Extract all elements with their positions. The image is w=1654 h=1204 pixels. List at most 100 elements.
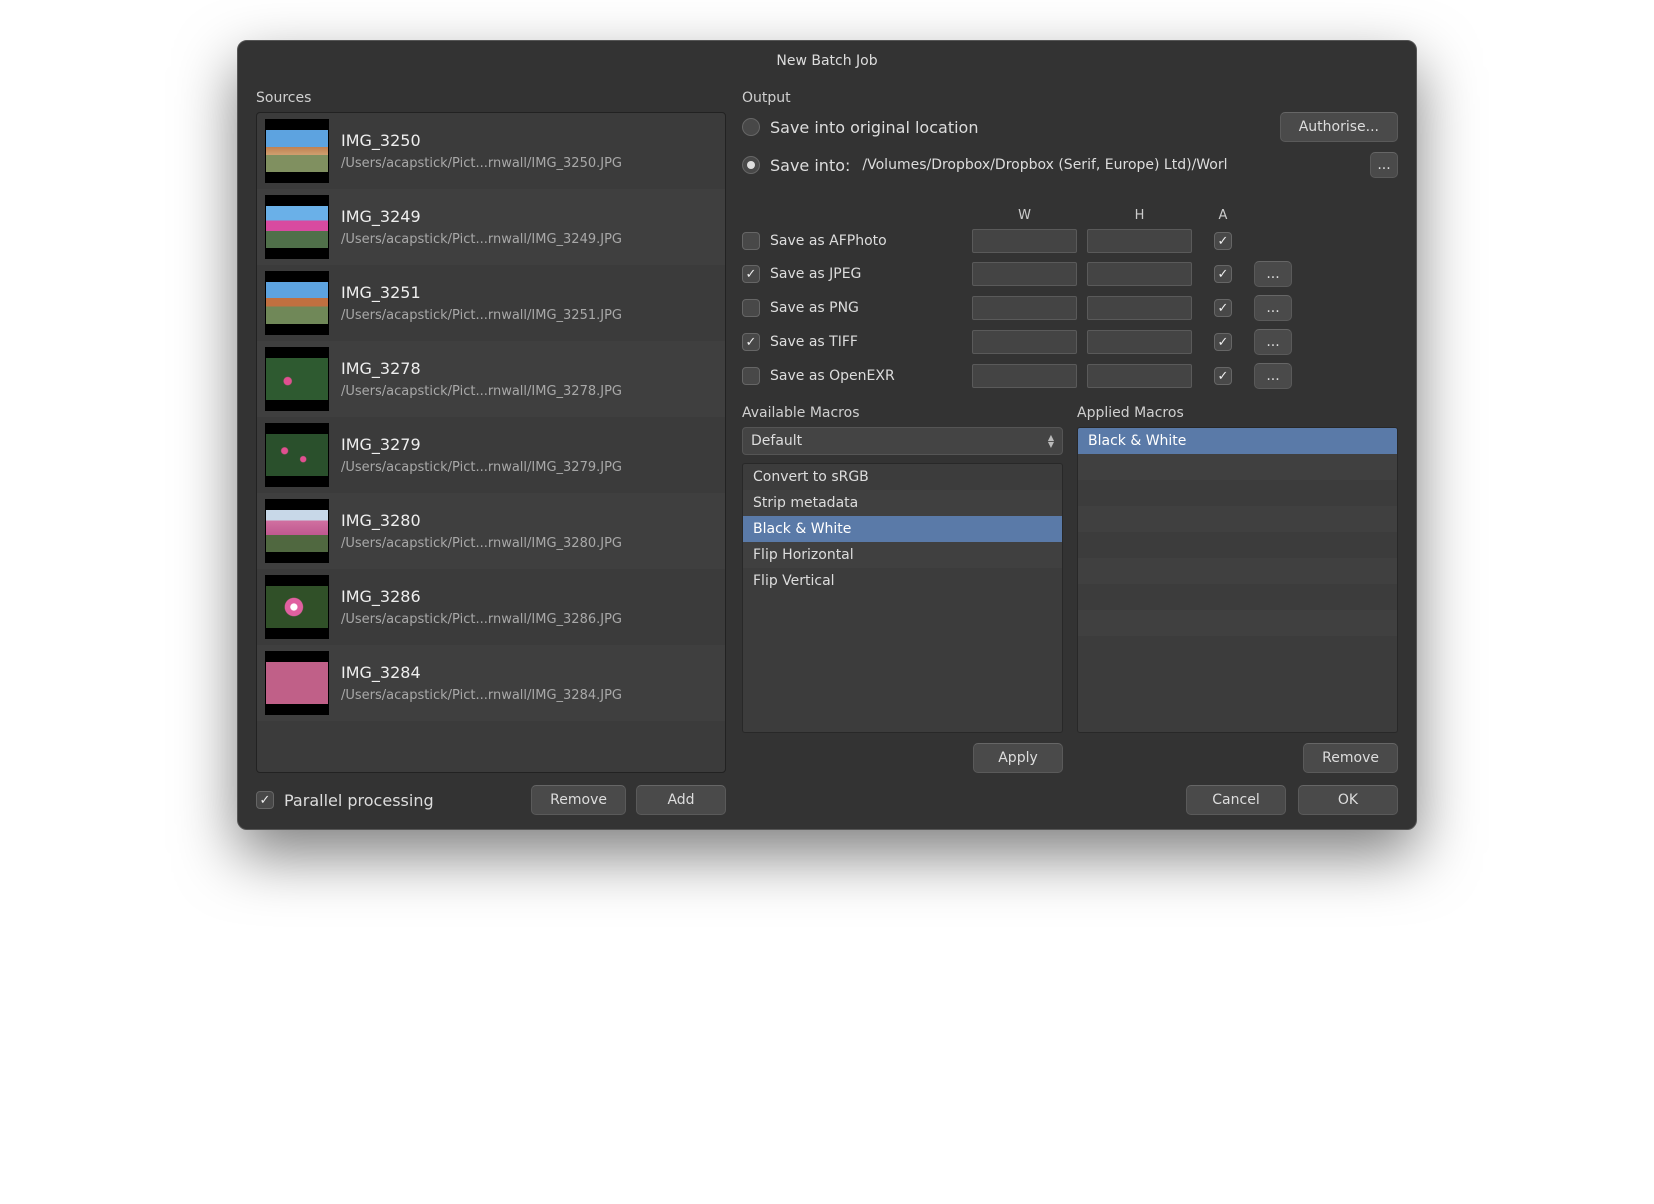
col-a-label: A	[1202, 208, 1244, 223]
format-row: Save as JPEG ...	[742, 261, 1398, 287]
source-name: IMG_3279	[341, 435, 622, 454]
source-path: /Users/acapstick/Pict...rnwall/IMG_3278.…	[341, 384, 622, 399]
output-label: Output	[742, 90, 1398, 106]
parallel-checkbox[interactable]	[256, 791, 274, 809]
source-row[interactable]: IMG_3251 /Users/acapstick/Pict...rnwall/…	[257, 265, 725, 341]
thumbnail	[265, 651, 329, 715]
save-original-label: Save into original location	[770, 118, 978, 137]
height-input[interactable]	[1087, 229, 1192, 253]
format-options-button[interactable]: ...	[1254, 295, 1292, 321]
save-into-radio[interactable]	[742, 156, 760, 174]
source-row[interactable]: IMG_3284 /Users/acapstick/Pict...rnwall/…	[257, 645, 725, 721]
source-row[interactable]: IMG_3278 /Users/acapstick/Pict...rnwall/…	[257, 341, 725, 417]
batch-job-dialog: New Batch Job Sources IMG_3250 /Users/ac…	[237, 40, 1417, 830]
aspect-checkbox[interactable]	[1214, 367, 1232, 385]
window-title: New Batch Job	[238, 41, 1416, 80]
col-h-label: H	[1087, 208, 1192, 223]
macro-item[interactable]: Flip Horizontal	[743, 542, 1062, 568]
save-original-radio[interactable]	[742, 118, 760, 136]
thumbnail	[265, 575, 329, 639]
height-input[interactable]	[1087, 330, 1192, 354]
source-row[interactable]: IMG_3280 /Users/acapstick/Pict...rnwall/…	[257, 493, 725, 569]
sources-panel: Sources IMG_3250 /Users/acapstick/Pict..…	[256, 90, 726, 815]
format-row: Save as AFPhoto	[742, 229, 1398, 253]
source-row[interactable]: IMG_3250 /Users/acapstick/Pict...rnwall/…	[257, 113, 725, 189]
ok-button[interactable]: OK	[1298, 785, 1398, 815]
apply-macro-button[interactable]: Apply	[973, 743, 1063, 773]
format-label: Save as AFPhoto	[770, 233, 887, 249]
format-row: Save as PNG ...	[742, 295, 1398, 321]
source-path: /Users/acapstick/Pict...rnwall/IMG_3279.…	[341, 460, 622, 475]
aspect-checkbox[interactable]	[1214, 265, 1232, 283]
height-input[interactable]	[1087, 364, 1192, 388]
height-input[interactable]	[1087, 262, 1192, 286]
format-label: Save as PNG	[770, 300, 859, 316]
thumbnail	[265, 195, 329, 259]
source-row[interactable]: IMG_3279 /Users/acapstick/Pict...rnwall/…	[257, 417, 725, 493]
aspect-checkbox[interactable]	[1214, 232, 1232, 250]
available-macros-label: Available Macros	[742, 405, 1063, 421]
format-checkbox[interactable]	[742, 265, 760, 283]
applied-macros-list[interactable]: Black & White	[1077, 427, 1398, 733]
source-name: IMG_3251	[341, 283, 622, 302]
save-into-path: /Volumes/Dropbox/Dropbox (Serif, Europe)…	[860, 153, 1360, 177]
source-name: IMG_3284	[341, 663, 622, 682]
width-input[interactable]	[972, 330, 1077, 354]
source-path: /Users/acapstick/Pict...rnwall/IMG_3280.…	[341, 536, 622, 551]
applied-macros-col: Applied Macros Black & White Remove	[1077, 405, 1398, 773]
sources-label: Sources	[256, 90, 726, 106]
sources-add-button[interactable]: Add	[636, 785, 726, 815]
source-name: IMG_3249	[341, 207, 622, 226]
macro-item[interactable]: Flip Vertical	[743, 568, 1062, 594]
browse-button[interactable]: ...	[1370, 152, 1398, 178]
source-name: IMG_3278	[341, 359, 622, 378]
source-path: /Users/acapstick/Pict...rnwall/IMG_3284.…	[341, 688, 622, 703]
available-macros-list[interactable]: Convert to sRGBStrip metadataBlack & Whi…	[742, 463, 1063, 733]
macro-item[interactable]: Black & White	[1078, 428, 1397, 454]
format-label: Save as JPEG	[770, 266, 861, 282]
authorise-button[interactable]: Authorise...	[1280, 112, 1398, 142]
remove-macro-button[interactable]: Remove	[1303, 743, 1398, 773]
applied-macros-label: Applied Macros	[1077, 405, 1398, 421]
format-options-button[interactable]: ...	[1254, 363, 1292, 389]
source-path: /Users/acapstick/Pict...rnwall/IMG_3286.…	[341, 612, 622, 627]
width-input[interactable]	[972, 364, 1077, 388]
format-checkbox[interactable]	[742, 232, 760, 250]
width-input[interactable]	[972, 262, 1077, 286]
macro-category-value: Default	[751, 433, 802, 449]
width-input[interactable]	[972, 296, 1077, 320]
stepper-icon: ▲▼	[1048, 434, 1054, 448]
thumbnail	[265, 499, 329, 563]
formats-block: W H A Save as AFPhoto Save as JPEG ...Sa…	[742, 208, 1398, 397]
format-checkbox[interactable]	[742, 367, 760, 385]
sources-remove-button[interactable]: Remove	[531, 785, 626, 815]
sources-list[interactable]: IMG_3250 /Users/acapstick/Pict...rnwall/…	[256, 112, 726, 773]
macro-category-select[interactable]: Default ▲▼	[742, 427, 1063, 455]
macro-item[interactable]: Black & White	[743, 516, 1062, 542]
format-checkbox[interactable]	[742, 299, 760, 317]
source-row[interactable]: IMG_3286 /Users/acapstick/Pict...rnwall/…	[257, 569, 725, 645]
source-path: /Users/acapstick/Pict...rnwall/IMG_3251.…	[341, 308, 622, 323]
macros-block: Available Macros Default ▲▼ Convert to s…	[742, 405, 1398, 773]
aspect-checkbox[interactable]	[1214, 333, 1232, 351]
parallel-label: Parallel processing	[284, 791, 434, 810]
thumbnail	[265, 119, 329, 183]
format-checkbox[interactable]	[742, 333, 760, 351]
format-label: Save as TIFF	[770, 334, 858, 350]
output-panel: Output Save into original location Autho…	[742, 90, 1398, 815]
col-w-label: W	[972, 208, 1077, 223]
thumbnail	[265, 423, 329, 487]
macro-item[interactable]: Strip metadata	[743, 490, 1062, 516]
format-options-button[interactable]: ...	[1254, 329, 1292, 355]
available-macros-col: Available Macros Default ▲▼ Convert to s…	[742, 405, 1063, 773]
source-row[interactable]: IMG_3249 /Users/acapstick/Pict...rnwall/…	[257, 189, 725, 265]
save-into-label: Save into:	[770, 156, 850, 175]
cancel-button[interactable]: Cancel	[1186, 785, 1286, 815]
macro-item[interactable]: Convert to sRGB	[743, 464, 1062, 490]
aspect-checkbox[interactable]	[1214, 299, 1232, 317]
format-options-button[interactable]: ...	[1254, 261, 1292, 287]
width-input[interactable]	[972, 229, 1077, 253]
thumbnail	[265, 347, 329, 411]
source-name: IMG_3250	[341, 131, 622, 150]
height-input[interactable]	[1087, 296, 1192, 320]
